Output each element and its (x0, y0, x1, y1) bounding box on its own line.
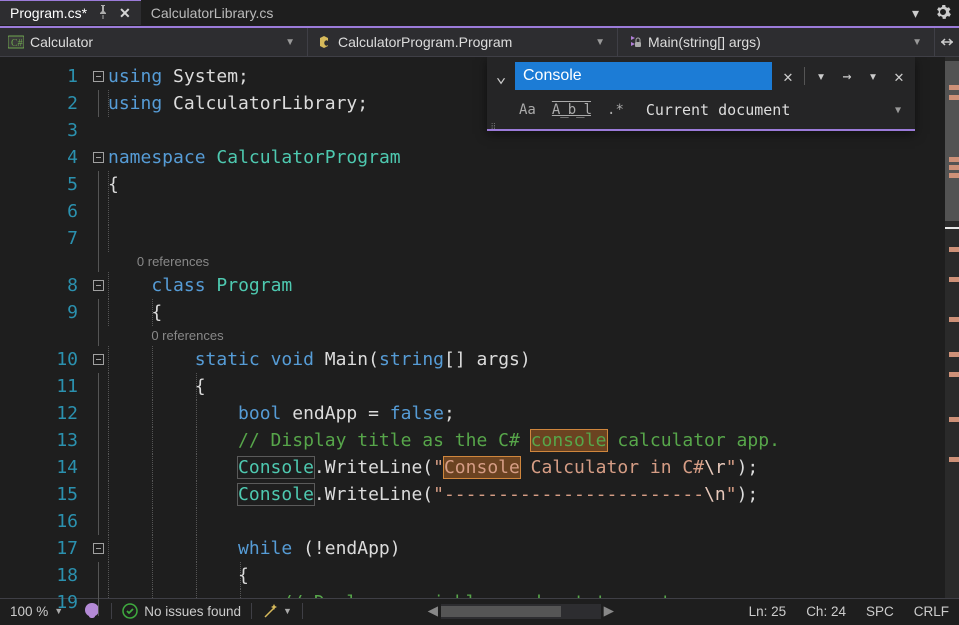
csharp-icon: C# (8, 34, 24, 50)
navigation-bar: C# Calculator ▼ CalculatorProgram.Progra… (0, 28, 959, 57)
indent-mode[interactable]: SPC (856, 599, 904, 623)
find-input[interactable] (515, 62, 772, 90)
find-next-icon[interactable]: → (835, 64, 859, 88)
editor-area: 1 2 3 4 5 6 7 8 9 10 11 12 13 14 15 16 1… (0, 57, 959, 598)
nav-project-label: Calculator (30, 34, 93, 50)
find-scope-label: Current document (646, 101, 791, 119)
fold-toggle-icon[interactable] (93, 152, 104, 163)
code-editor[interactable]: ⌄ ✕ ▾ → ▾ ✕ Aa A̲b̲l .* Current document… (108, 57, 945, 598)
close-icon[interactable]: ✕ (119, 5, 131, 22)
find-panel: ⌄ ✕ ▾ → ▾ ✕ Aa A̲b̲l .* Current document… (487, 57, 915, 131)
cursor-line[interactable]: Ln: 25 (739, 599, 797, 623)
settings-gear-icon[interactable] (927, 4, 959, 23)
tab-inactive[interactable]: CalculatorLibrary.cs (141, 0, 284, 26)
resize-handle-icon[interactable]: ⁞⁞ (491, 122, 495, 131)
fold-gutter (88, 57, 108, 598)
nav-method-label: Main(string[] args) (648, 34, 761, 50)
clear-search-icon[interactable]: ✕ (776, 64, 800, 88)
nav-class-label: CalculatorProgram.Program (338, 34, 512, 50)
find-prev-icon[interactable]: ▾ (861, 64, 885, 88)
error-status[interactable]: No issues found (112, 599, 251, 623)
match-case-toggle[interactable]: Aa (515, 100, 540, 120)
cursor-char[interactable]: Ch: 24 (796, 599, 856, 623)
find-scope-dropdown[interactable]: Current document ▼ (646, 101, 911, 119)
tab-label: Program.cs* (10, 5, 87, 21)
class-icon (316, 34, 332, 50)
chevron-down-icon: ▼ (912, 37, 926, 48)
fold-toggle-icon[interactable] (93, 543, 104, 554)
tab-bar: Program.cs* ✕ CalculatorLibrary.cs ▾ (0, 0, 959, 28)
scroll-thumb[interactable] (441, 606, 561, 617)
close-find-icon[interactable]: ✕ (887, 64, 911, 88)
chevron-down-icon: ▼ (285, 37, 299, 48)
chevron-down-icon: ▼ (54, 606, 63, 616)
fold-toggle-icon[interactable] (93, 354, 104, 365)
whole-word-toggle[interactable]: A̲b̲l (548, 100, 595, 120)
tab-active[interactable]: Program.cs* ✕ (0, 0, 141, 25)
codelens-references[interactable]: 0 references (151, 328, 223, 343)
vertical-scrollbar[interactable] (945, 57, 959, 598)
line-ending[interactable]: CRLF (904, 599, 959, 623)
scroll-left-icon[interactable]: ◀ (425, 603, 441, 619)
nav-method-dropdown[interactable]: Main(string[] args) ▼ (618, 28, 935, 56)
chevron-down-icon: ▼ (595, 37, 609, 48)
fold-toggle-icon[interactable] (93, 71, 104, 82)
pin-icon[interactable] (95, 4, 111, 23)
expand-find-icon[interactable]: ⌄ (491, 66, 511, 87)
line-number-gutter: 1 2 3 4 5 6 7 8 9 10 11 12 13 14 15 16 1… (0, 57, 88, 598)
tab-overflow-dropdown-icon[interactable]: ▾ (904, 5, 927, 22)
svg-text:C#: C# (11, 38, 23, 49)
codelens-references[interactable]: 0 references (137, 254, 209, 269)
nav-project-dropdown[interactable]: C# Calculator ▼ (0, 28, 308, 56)
zoom-level[interactable]: 100 % ▼ (0, 599, 73, 623)
chevron-down-icon: ▼ (895, 105, 901, 116)
tab-label: CalculatorLibrary.cs (151, 5, 274, 21)
method-lock-icon (626, 34, 642, 50)
issues-label: No issues found (144, 604, 241, 619)
nav-class-dropdown[interactable]: CalculatorProgram.Program ▼ (308, 28, 618, 56)
scroll-right-icon[interactable]: ▶ (601, 603, 617, 619)
split-editor-icon[interactable] (935, 34, 959, 50)
fold-toggle-icon[interactable] (93, 280, 104, 291)
cleanup-icon[interactable]: ▼ (252, 602, 302, 620)
regex-toggle[interactable]: .* (603, 100, 628, 120)
status-bar: 100 % ▼ No issues found ▼ ◀ ▶ Ln: 25 Ch:… (0, 598, 959, 623)
find-dropdown-icon[interactable]: ▾ (809, 64, 833, 88)
horizontal-scrollbar[interactable]: ◀ ▶ (303, 603, 739, 619)
